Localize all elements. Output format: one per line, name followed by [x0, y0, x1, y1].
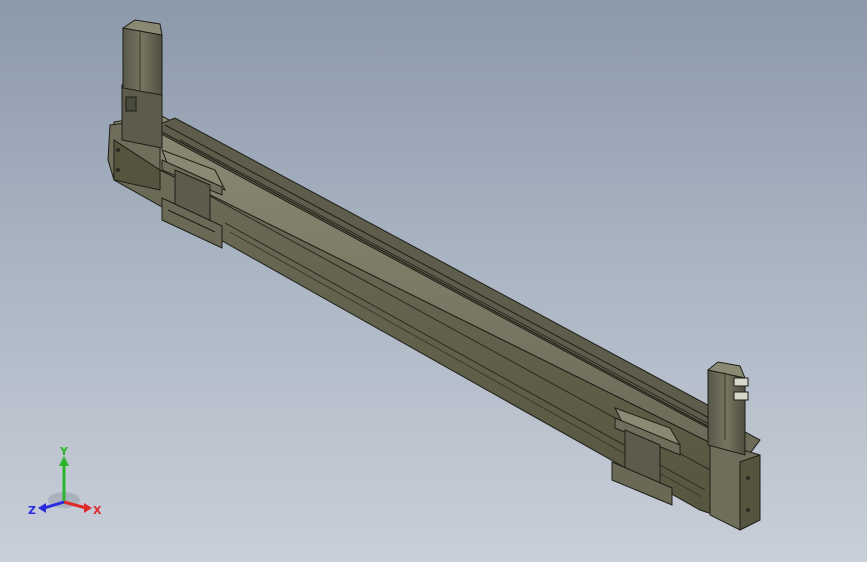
linear-module-3d-model[interactable] — [0, 0, 867, 562]
right-end-block[interactable] — [709, 439, 761, 531]
y-axis-label: Y — [59, 446, 69, 458]
right-servo-motor[interactable] — [706, 361, 749, 456]
x-arrow-head — [84, 503, 92, 513]
cad-viewport[interactable]: Y X Z — [0, 0, 867, 562]
z-axis-label: Z — [28, 504, 36, 517]
view-orientation-triad[interactable]: Y X Z — [24, 446, 108, 526]
x-axis-label: X — [93, 504, 102, 517]
left-servo-motor[interactable] — [121, 19, 163, 149]
z-arrow-head — [38, 503, 46, 513]
